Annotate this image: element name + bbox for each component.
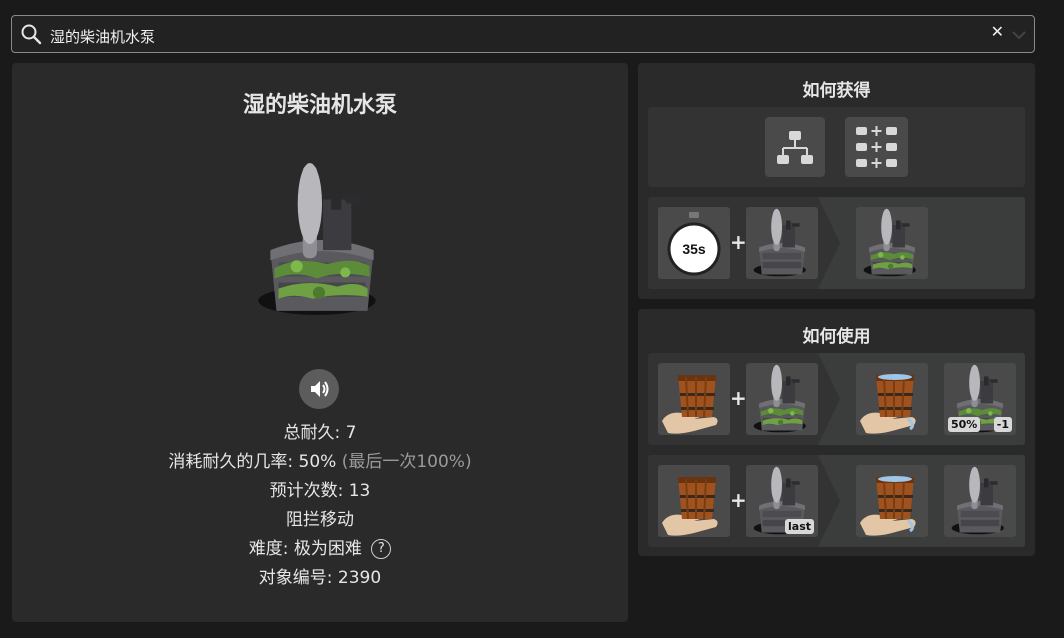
stat-durability: 总耐久: 7: [283, 423, 357, 443]
hand-bucket-water-icon: [859, 374, 917, 435]
recipe-target-slot[interactable]: [746, 207, 818, 279]
stat-blocks-movement: 阻拦移动: [286, 510, 354, 530]
speaker-icon: [311, 381, 329, 397]
recipes-grid-button[interactable]: [845, 117, 908, 177]
plus-sign: +: [730, 386, 747, 410]
close-icon[interactable]: ✕: [991, 22, 1004, 41]
stat-estimated-uses: 预计次数: 13: [269, 481, 371, 501]
usage-target-slot[interactable]: [746, 363, 818, 435]
usage-recipe-row-1[interactable]: + 50% -1: [648, 353, 1025, 445]
obtain-recipe-row[interactable]: 35s +: [648, 197, 1025, 289]
usage-title: 如何使用: [802, 327, 871, 347]
usage-result-actor-slot[interactable]: [856, 465, 928, 537]
usage-recipe-row-2[interactable]: + last: [648, 455, 1025, 547]
usage-result-target-slot[interactable]: [944, 465, 1016, 537]
search-icon: [21, 24, 42, 45]
chevron-down-icon[interactable]: [1010, 26, 1028, 44]
stat-difficulty: 难度: 极为困难 ?: [12, 535, 628, 564]
stat-use-chance-note: (最后一次100%): [341, 452, 472, 472]
timer-text: 35s: [682, 241, 706, 257]
item-detail-panel: 湿的柴油机水泵 总耐久: 7 消耗耐久的几率: 50% (最后一次100%) 预…: [12, 63, 628, 622]
last-use-badge: last: [785, 519, 814, 534]
plus-sign: +: [730, 230, 747, 254]
pump-icon: [951, 466, 1004, 535]
usage-result-target-slot[interactable]: 50% -1: [944, 363, 1016, 435]
help-icon[interactable]: ?: [371, 539, 392, 559]
usage-actor-slot[interactable]: [658, 465, 730, 537]
tech-tree-button[interactable]: [765, 117, 825, 177]
usage-panel: 如何使用 + 50% -1 + last: [638, 309, 1035, 556]
obtain-title: 如何获得: [802, 81, 871, 101]
recipe-timer-slot[interactable]: 35s: [658, 207, 730, 279]
usage-target-slot[interactable]: last: [746, 465, 818, 537]
stat-use-chance-value: 消耗耐久的几率: 50%: [168, 452, 337, 472]
obtain-panel: 如何获得 35s +: [638, 63, 1035, 299]
item-image: [258, 163, 376, 315]
item-stats: 总耐久: 7 消耗耐久的几率: 50% (最后一次100%) 预计次数: 13 …: [12, 419, 628, 593]
search-input[interactable]: 湿的柴油机水泵: [50, 26, 155, 47]
chance-badge: 50%: [948, 417, 981, 432]
item-title: 湿的柴油机水泵: [242, 93, 397, 118]
usage-result-actor-slot[interactable]: [856, 363, 928, 435]
search-bar[interactable]: 湿的柴油机水泵 ✕: [11, 15, 1035, 53]
durability-delta-badge: -1: [993, 417, 1012, 432]
wet-pump-icon: [753, 364, 806, 433]
obtain-tools-row: [648, 107, 1025, 187]
wet-pump-icon: [863, 208, 916, 277]
plus-sign: +: [730, 488, 747, 512]
stat-difficulty-value: 难度: 极为困难: [248, 539, 362, 559]
stat-use-chance: 消耗耐久的几率: 50% (最后一次100%): [12, 448, 628, 477]
hand-bucket-icon: [661, 476, 719, 537]
grid-plus-icon: [856, 126, 897, 168]
sound-button[interactable]: [299, 369, 339, 409]
tree-icon: [777, 131, 813, 164]
hand-bucket-water-icon: [859, 476, 917, 537]
recipe-result-slot[interactable]: [856, 207, 928, 279]
hand-bucket-icon: [661, 374, 719, 435]
usage-actor-slot[interactable]: [658, 363, 730, 435]
stat-object-id: 对象编号: 2390: [258, 568, 382, 588]
timer-icon: 35s: [667, 212, 721, 276]
pump-icon: [753, 208, 806, 277]
